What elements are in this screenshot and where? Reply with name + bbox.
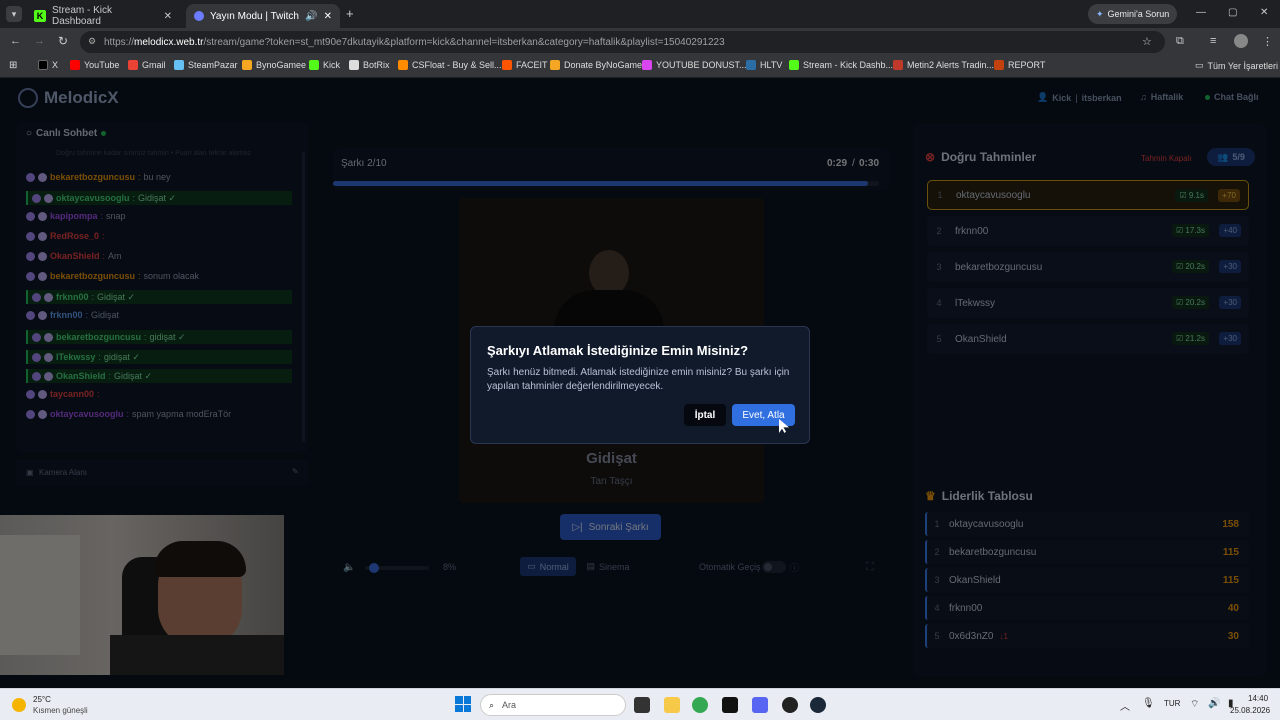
volume-tray-icon[interactable]: 🔊 (1208, 698, 1220, 709)
cancel-button[interactable]: İptal (684, 404, 726, 426)
hltv-icon (746, 60, 756, 70)
browser-tab-bar: ▾ K Stream - Kick Dashboard ✕ Yayın Modu… (0, 0, 1280, 28)
gemini-icon: ✦ (1096, 8, 1104, 19)
speaker-icon[interactable]: 🔊 (305, 11, 317, 22)
tab-title: Yayın Modu | Twitch ve Kick (210, 10, 299, 22)
tab-yayin-modu[interactable]: Yayın Modu | Twitch ve Kick 🔊 ✕ (186, 4, 340, 28)
bynogame-icon (550, 60, 560, 70)
bookmark-x[interactable]: X (38, 60, 58, 70)
botrix-icon (349, 60, 359, 70)
melodicx-icon (194, 11, 204, 21)
bookmark-gmail[interactable]: Gmail (128, 60, 166, 70)
bookmark-youtube[interactable]: YouTube (70, 60, 119, 70)
bynogame-icon (242, 60, 252, 70)
url-input[interactable]: ⚙ https://melodicx.web.tr/stream/game?to… (80, 31, 1165, 53)
x-icon (38, 60, 48, 70)
windows-start-icon[interactable] (455, 696, 471, 712)
bookmark-kick-dashboard[interactable]: Stream - Kick Dashb... (789, 60, 893, 70)
forward-icon[interactable]: → (34, 35, 45, 47)
all-bookmarks[interactable]: ▭ Tüm Yer İşaretleri (1195, 60, 1278, 71)
bookmark-csfloat[interactable]: CSFloat - Buy & Sell... (398, 60, 502, 70)
tray-chevron-icon[interactable]: ︿ (1120, 698, 1130, 713)
clock-date[interactable]: 25.08.2026 (1230, 706, 1270, 715)
reading-list-icon[interactable]: ≡ (1210, 35, 1216, 47)
kick-icon (309, 60, 319, 70)
input-language[interactable]: TUR (1164, 699, 1180, 708)
dialog-body: Şarkı henüz bitmedi. Atlamak istediğiniz… (487, 367, 790, 392)
search-icon: ⌕ (489, 699, 495, 710)
weather-desc[interactable]: Kısmen güneşli (33, 706, 88, 715)
close-window-icon[interactable]: ✕ (1260, 7, 1268, 18)
bookmark-metin2[interactable]: Metin2 Alerts Tradin... (893, 60, 994, 70)
bookmark-steampazar[interactable]: SteamPazar (174, 60, 238, 70)
report-icon (994, 60, 1004, 70)
metin2-icon (893, 60, 903, 70)
apps-grid-icon[interactable]: ⊞ (9, 60, 17, 71)
taskbar-search[interactable]: ⌕ Ara (480, 694, 626, 716)
minimize-icon[interactable]: — (1196, 7, 1206, 18)
bookmark-hltv[interactable]: HLTV (746, 60, 782, 70)
back-icon[interactable]: ← (10, 35, 21, 47)
extensions-icon[interactable]: ⧉ (1176, 35, 1184, 48)
profile-avatar[interactable] (1234, 34, 1248, 48)
gemini-button[interactable]: ✦ Gemini'a Sorun (1088, 4, 1178, 24)
confirm-skip-button[interactable]: Evet, Atla (732, 404, 795, 426)
new-tab-button[interactable]: + (346, 6, 354, 21)
kick-icon (789, 60, 799, 70)
bookmark-botrix[interactable]: BotRix (349, 60, 390, 70)
weather-temp[interactable]: 25°C (33, 695, 51, 704)
youtube-icon (70, 60, 80, 70)
donust-icon (642, 60, 652, 70)
clock-time[interactable]: 14:40 (1248, 694, 1268, 703)
csfloat-icon (398, 60, 408, 70)
gmail-icon (128, 60, 138, 70)
bookmark-bynogamee[interactable]: BynoGamee (242, 60, 306, 70)
steampazar-icon (174, 60, 184, 70)
windows-taskbar: 25°C Kısmen güneşli ⌕ Ara ︿ 🎙 TUR ⌔ 🔊 ▮ 1… (0, 688, 1280, 720)
dialog-title: Şarkıyı Atlamak İstediğinize Emin Misini… (487, 343, 749, 358)
menu-icon[interactable]: ⋮ (1262, 35, 1273, 48)
site-info-icon[interactable]: ⚙ (88, 36, 96, 47)
bookmarks-bar: ⊞ X YouTube Gmail SteamPazar BynoGamee K… (0, 56, 1280, 78)
address-bar-row: ← → ↻ ⚙ https://melodicx.web.tr/stream/g… (0, 28, 1280, 56)
bookmark-report[interactable]: REPORT (994, 60, 1045, 70)
tab-search-icon[interactable]: ▾ (6, 6, 22, 22)
star-icon[interactable]: ☆ (1142, 35, 1152, 48)
bookmark-donate[interactable]: Donate ByNoGame (550, 60, 642, 70)
tab-kick-dashboard[interactable]: K Stream - Kick Dashboard ✕ (26, 4, 180, 28)
chrome-icon[interactable] (692, 697, 708, 713)
obs-icon[interactable] (782, 697, 798, 713)
kick-icon: K (34, 10, 46, 22)
bookmark-kick[interactable]: Kick (309, 60, 340, 70)
close-icon[interactable]: ✕ (324, 11, 332, 22)
close-icon[interactable]: ✕ (164, 11, 172, 22)
microphone-icon[interactable]: 🎙 (1142, 698, 1155, 709)
maximize-icon[interactable]: ▢ (1228, 7, 1237, 18)
capcut-icon[interactable] (722, 697, 738, 713)
weather-icon[interactable] (12, 698, 26, 712)
tab-title: Stream - Kick Dashboard (52, 5, 113, 27)
reload-icon[interactable]: ↻ (58, 34, 68, 48)
bookmark-youtube-donust[interactable]: YOUTUBE DONUST... (642, 60, 747, 70)
skip-confirm-dialog: Şarkıyı Atlamak İstediğinize Emin Misini… (470, 326, 810, 444)
discord-icon[interactable] (752, 697, 768, 713)
steam-icon[interactable] (810, 697, 826, 713)
faceit-icon (502, 60, 512, 70)
folder-icon: ▭ (1195, 60, 1204, 70)
file-explorer-icon[interactable] (664, 697, 680, 713)
wifi-icon[interactable]: ⌔ (1190, 698, 1199, 711)
bookmark-faceit[interactable]: FACEIT (502, 60, 548, 70)
task-view-icon[interactable] (634, 697, 650, 713)
